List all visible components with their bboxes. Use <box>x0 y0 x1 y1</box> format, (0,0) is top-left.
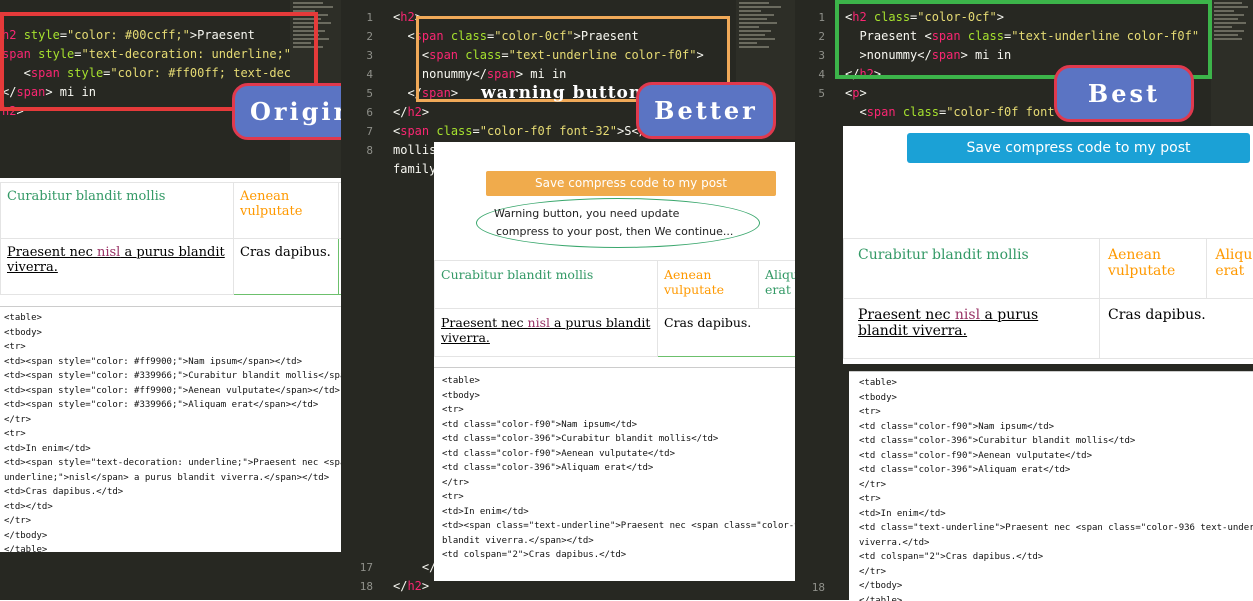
source-line: <tr> <box>859 492 1253 507</box>
cell-curabitur: Curabitur blandit mollis <box>1 183 234 239</box>
line-number: 8 <box>341 141 373 160</box>
source-line: <td class="color-396">Curabitur blandit … <box>442 432 838 447</box>
source-line: <td class="color-f90">Nam ipsum</td> <box>442 418 838 433</box>
source-code-best: <table><tbody><tr><td class="color-f90">… <box>859 376 1253 601</box>
line-number: 7 <box>341 122 373 141</box>
cell-aenean: Aenean vulputate <box>1099 239 1206 299</box>
source-line: </tr> <box>859 565 1253 580</box>
source-line: <tbody> <box>442 389 838 404</box>
label-best: Best <box>1054 65 1194 122</box>
minimap <box>1211 0 1253 130</box>
source-line: viverra.</td> <box>859 536 1253 551</box>
source-line: <table> <box>442 374 838 389</box>
line-gutter-bottom: 18 <box>795 578 825 597</box>
source-line: </tr> <box>859 478 1253 493</box>
source-line: blandit viverra.</span></td> <box>442 534 838 549</box>
cell-aliquam: Aliquam erat <box>1207 239 1253 299</box>
line-number: 2 <box>795 27 825 46</box>
source-line: <table> <box>859 376 1253 391</box>
cell-curabitur: Curabitur blandit mollis <box>844 239 1100 299</box>
source-line: <td class="color-f90">Aenean vulputate</… <box>859 449 1253 464</box>
warning-callout <box>476 198 760 248</box>
line-number: 17 <box>341 558 373 577</box>
source-line: </tbody> <box>859 579 1253 594</box>
cell-praesent: Praesent nec nisl a purus blandit viverr… <box>844 299 1100 359</box>
line-number: 3 <box>341 46 373 65</box>
callout-text-2: compress to your post, then We continue.… <box>496 225 733 238</box>
source-line: <td><span class="text-underline">Praesen… <box>442 519 838 534</box>
source-line: <td colspan="2">Cras dapibus.</td> <box>442 548 838 563</box>
source-line: <td class="color-f90">Aenean vulputate</… <box>442 447 838 462</box>
line-number: 5 <box>795 84 825 103</box>
source-line: <tr> <box>859 405 1253 420</box>
save-compress-button[interactable]: Save compress code to my post <box>907 133 1250 163</box>
source-line: </tr> <box>442 476 838 491</box>
line-number: 4 <box>795 65 825 84</box>
cell-praesent: Praesent nec nisl a purus blandit viverr… <box>1 239 234 295</box>
source-line: <td class="color-396">Aliquam erat</td> <box>442 461 838 476</box>
line-number: 4 <box>341 65 373 84</box>
warning-button-text: warning button <box>481 83 642 103</box>
line-gutter-bottom: 1718 <box>341 558 373 596</box>
line-gutter: 12345 <box>795 8 825 103</box>
line-number: 5 <box>341 84 373 103</box>
source-line: <td>In enim</td> <box>859 507 1253 522</box>
source-line: <td class="color-f90">Nam ipsum</td> <box>859 420 1253 435</box>
cell-cras: Cras dapibus. <box>234 239 339 295</box>
cell-aenean: Aenean vulputate <box>658 261 759 309</box>
source-line: <td>In enim</td> <box>442 505 838 520</box>
html-source-better: <table><tbody><tr><td class="color-f90">… <box>434 367 843 581</box>
save-compress-button-warning[interactable]: Save compress code to my post <box>486 171 776 196</box>
source-line: <td class="color-396">Aliquam erat</td> <box>859 463 1253 478</box>
source-line: <tr> <box>442 490 838 505</box>
callout-text-1: Warning button, you need update <box>494 207 679 220</box>
line-number: 18 <box>341 577 373 596</box>
source-code-better: <table><tbody><tr><td class="color-f90">… <box>442 374 838 563</box>
line-number: 2 <box>341 27 373 46</box>
preview-best: Save compress code to my post Curabitur … <box>843 126 1253 364</box>
cell-curabitur: Curabitur blandit mollis <box>435 261 658 309</box>
source-line: <td class="text-underline">Praesent nec … <box>859 521 1253 536</box>
line-number: 1 <box>341 8 373 27</box>
line-gutter: 12345678 <box>341 8 373 160</box>
source-line: <tr> <box>442 403 838 418</box>
source-line: <tbody> <box>859 391 1253 406</box>
cell-cras: Cras dapibus. <box>1099 299 1253 359</box>
preview-better: Save compress code to my post Warning bu… <box>434 142 843 367</box>
line-number: 6 <box>341 103 373 122</box>
line-number: 3 <box>795 46 825 65</box>
cell-praesent: Praesent nec nisl a purus blandit viverr… <box>435 309 658 357</box>
source-line: <td class="color-396">Curabitur blandit … <box>859 434 1253 449</box>
line-number: 1 <box>795 8 825 27</box>
source-line: <td colspan="2">Cras dapibus.</td> <box>859 550 1253 565</box>
label-better: Better <box>636 82 776 139</box>
cell-aenean: Aenean vulputate <box>234 183 339 239</box>
html-source-best: <table><tbody><tr><td class="color-f90">… <box>849 371 1253 601</box>
editor-footer-left <box>0 552 341 600</box>
line-number: 18 <box>795 578 825 597</box>
